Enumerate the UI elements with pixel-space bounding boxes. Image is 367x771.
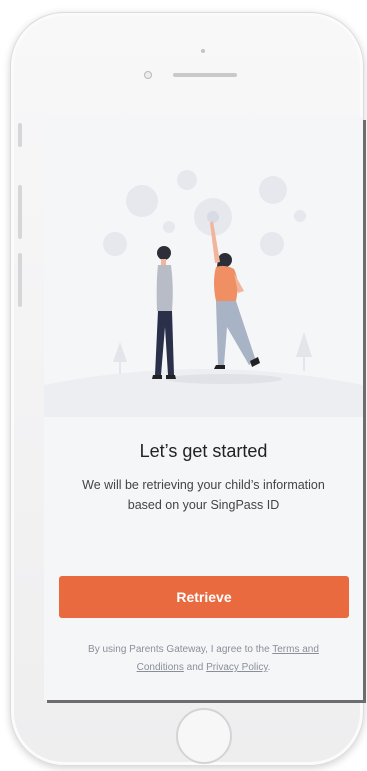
terms-and: and <box>186 662 204 673</box>
speaker-grille <box>173 73 237 77</box>
terms-suffix: . <box>267 662 271 673</box>
front-camera-icon <box>144 71 152 79</box>
app-screen: Let’s get started We will be retrieving … <box>44 117 363 700</box>
terms-notice: By using Parents Gateway, I agree to the… <box>64 641 343 677</box>
side-button-mute <box>18 123 22 147</box>
home-button[interactable] <box>176 708 232 764</box>
terms-prefix: By using Parents Gateway, I agree to the <box>88 644 270 655</box>
privacy-policy-link[interactable]: Privacy Policy <box>206 662 268 673</box>
sensor-dot <box>201 49 205 53</box>
side-button-volume-up <box>18 185 22 239</box>
phone-frame: Let’s get started We will be retrieving … <box>10 12 364 766</box>
onboarding-illustration <box>44 170 363 417</box>
retrieve-button[interactable]: Retrieve <box>59 576 349 618</box>
side-button-volume-down <box>18 253 22 307</box>
page-title: Let’s get started <box>139 441 268 461</box>
page-subtitle: We will be retrieving your child’s infor… <box>82 478 325 512</box>
